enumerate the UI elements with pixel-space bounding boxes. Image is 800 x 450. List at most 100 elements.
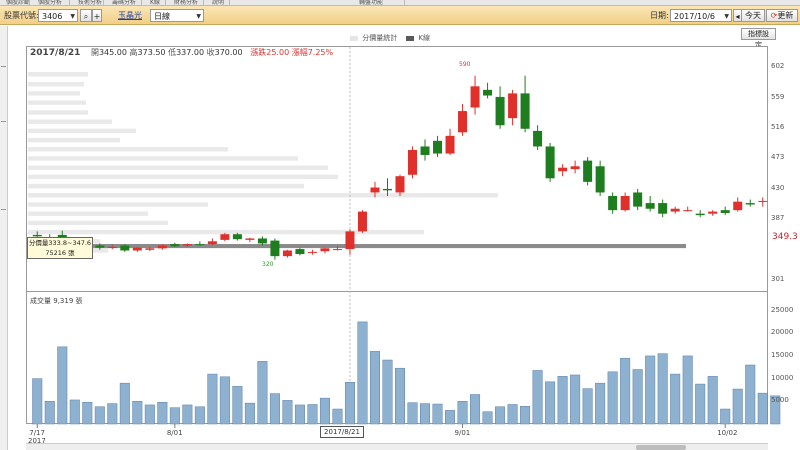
candle-body	[107, 246, 117, 248]
candle-body	[132, 247, 142, 251]
volume-bar	[319, 397, 330, 425]
candle-body	[232, 234, 242, 240]
price-distribution-bar	[28, 147, 228, 152]
candle-body	[245, 238, 255, 240]
candle-body	[307, 251, 317, 253]
price-distribution-bar	[28, 156, 298, 161]
volume-title: 成交量 9,319 張	[30, 296, 83, 306]
volume-bar	[182, 404, 193, 425]
candle-body	[445, 135, 455, 154]
volume-bar	[394, 367, 406, 425]
volume-bar	[757, 392, 768, 425]
high-marker: 590	[459, 61, 471, 68]
current-price-flag: 349.3	[772, 232, 798, 242]
candlestick-chart[interactable]	[0, 0, 800, 450]
volume-bar	[94, 406, 105, 425]
candle-body	[620, 196, 630, 211]
volume-bar	[570, 374, 581, 425]
candle-body	[257, 238, 267, 244]
volume-tick-label: 20000	[771, 328, 794, 337]
volume-bar	[420, 403, 431, 425]
volume-bar	[294, 404, 305, 425]
scrollbar-thumb[interactable]	[636, 445, 686, 450]
candle-body	[533, 130, 543, 147]
volume-bar	[707, 376, 718, 425]
candle-body	[670, 208, 680, 212]
volume-bar	[670, 373, 681, 425]
candle-body	[520, 93, 530, 129]
price-tick-label: 559	[771, 92, 785, 101]
candle-body	[170, 244, 180, 247]
volume-bar	[82, 401, 93, 425]
date-tick-label: 7/17	[29, 429, 45, 437]
volume-bar	[557, 376, 568, 425]
volume-bar	[520, 406, 531, 425]
price-tick-label: 473	[771, 153, 785, 162]
candle-body	[733, 201, 743, 211]
volume-tick-label: 25000	[771, 305, 794, 314]
date-tick-label: 9/01	[454, 429, 471, 437]
volume-title-label: 成交量	[30, 297, 51, 305]
volume-bar	[645, 355, 656, 425]
volume-bar	[695, 383, 706, 425]
volume-bar	[157, 401, 168, 425]
price-distribution-bar	[28, 202, 208, 207]
volume-bar	[682, 355, 693, 425]
candle-body	[720, 210, 730, 213]
volume-bar	[632, 369, 643, 425]
candle-body	[508, 93, 518, 119]
candle-body	[645, 203, 655, 209]
candle-body	[470, 86, 480, 108]
candle-body	[157, 245, 167, 249]
volume-bar	[269, 393, 280, 425]
volume-bar	[282, 400, 293, 425]
candle-body	[320, 248, 330, 252]
price-distribution-bar	[28, 165, 328, 170]
candle-body	[182, 244, 192, 246]
volume-bar	[307, 404, 318, 425]
candle-body	[345, 231, 355, 250]
price-distribution-bar	[28, 100, 86, 105]
volume-bar	[32, 378, 43, 425]
price-distribution-bar	[28, 72, 88, 77]
candle-body	[708, 211, 718, 214]
volume-bar	[144, 404, 155, 425]
date-tick-label: 10/02	[717, 429, 738, 437]
candle-body	[95, 245, 105, 248]
candle-body	[545, 146, 555, 179]
candle-body	[658, 203, 668, 214]
volume-bar	[745, 364, 756, 425]
price-distribution-bar	[28, 211, 148, 216]
volume-bar	[545, 381, 556, 425]
candle-body	[583, 160, 593, 182]
candle-body	[370, 187, 380, 193]
volume-bar	[620, 357, 631, 425]
volume-bar	[119, 382, 130, 425]
volume-bar	[344, 381, 355, 425]
volume-bar	[457, 401, 468, 425]
low-marker: 320	[262, 261, 274, 268]
candle-body	[408, 150, 418, 175]
candle-body	[433, 140, 443, 154]
volume-bar	[44, 401, 55, 425]
volume-bar	[532, 370, 543, 425]
volume-bar	[495, 406, 506, 425]
price-distribution-bar	[28, 119, 112, 124]
tooltip-range: 分價量333.8~347.6	[28, 239, 92, 247]
candle-body	[332, 249, 342, 251]
horizontal-scrollbar[interactable]	[26, 443, 768, 450]
volume-bar	[207, 373, 218, 425]
volume-tick-label: 10000	[771, 373, 794, 382]
candle-body	[570, 166, 580, 170]
volume-bar	[69, 399, 80, 425]
price-distribution-tooltip: 分價量333.8~347.6 75216 張	[27, 237, 93, 259]
volume-bar	[107, 403, 118, 425]
candle-body	[395, 176, 405, 193]
volume-bar	[57, 346, 68, 425]
volume-bar	[219, 376, 230, 425]
price-distribution-bar	[28, 183, 304, 189]
price-distribution-bar	[28, 110, 88, 115]
price-tick-label: 602	[771, 62, 785, 71]
selected-date-box: 2017/8/21	[320, 426, 364, 438]
volume-bar	[445, 410, 456, 425]
